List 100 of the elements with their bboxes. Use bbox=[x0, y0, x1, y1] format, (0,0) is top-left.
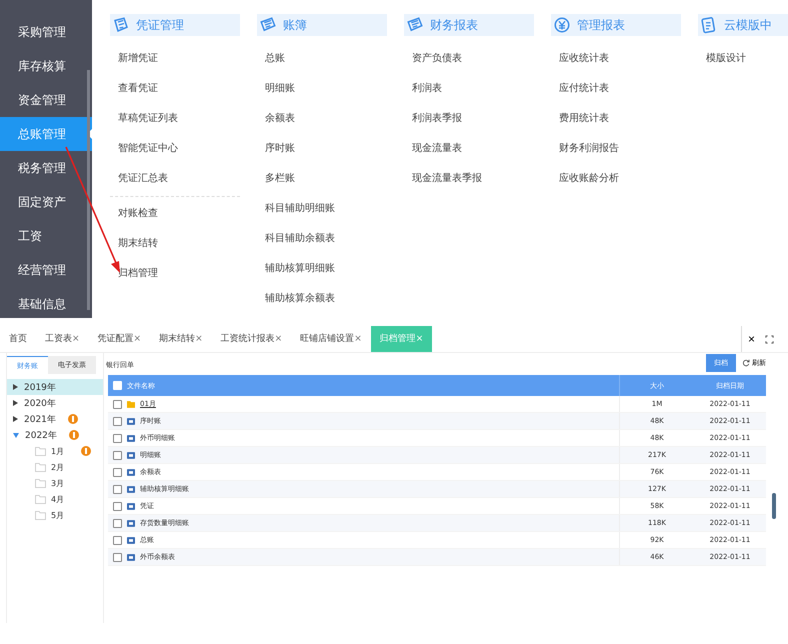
scrollbar[interactable] bbox=[87, 70, 90, 310]
tree-item[interactable]: 3月 bbox=[7, 475, 103, 491]
menu-item[interactable]: 辅助核算余额表 bbox=[257, 284, 402, 314]
menu-column-title: 凭证管理 bbox=[136, 16, 184, 34]
file-icon bbox=[127, 554, 135, 560]
menu-item[interactable]: 现金流量表 bbox=[404, 134, 549, 164]
menu-item[interactable]: 明细账 bbox=[257, 74, 402, 104]
menu-item[interactable]: 新增凭证 bbox=[110, 44, 255, 74]
tree-label: 2月 bbox=[51, 462, 64, 472]
clipboard-icon bbox=[700, 16, 718, 34]
notepad-icon bbox=[112, 16, 130, 34]
menu-item[interactable]: 期末结转 bbox=[110, 229, 255, 259]
tab[interactable]: 工资统计报表× bbox=[212, 326, 292, 352]
menu-item[interactable]: 模版设计 bbox=[698, 44, 788, 74]
scrollbar[interactable] bbox=[772, 493, 776, 519]
checkbox[interactable] bbox=[113, 536, 122, 544]
sidebar-item[interactable]: 税务管理 bbox=[0, 151, 92, 185]
caret-icon bbox=[13, 432, 19, 438]
folder-icon bbox=[35, 494, 46, 504]
checkbox[interactable] bbox=[113, 502, 122, 510]
file-icon bbox=[127, 520, 135, 526]
tree-item[interactable]: 2020年 bbox=[7, 395, 103, 411]
tab[interactable]: 旺铺店铺设置× bbox=[291, 326, 371, 352]
tree-label: 2019年 bbox=[24, 382, 56, 394]
tree-label: 2022年 bbox=[25, 430, 57, 442]
menu-item[interactable]: 余额表 bbox=[257, 104, 402, 134]
tree-label: 4月 bbox=[51, 494, 64, 504]
menu-item[interactable]: 利润表季报 bbox=[404, 104, 549, 134]
info-badge bbox=[81, 446, 92, 456]
tab[interactable]: 期末结转× bbox=[150, 326, 212, 352]
menu-item[interactable]: 辅助核算明细账 bbox=[257, 254, 402, 284]
file-icon bbox=[127, 536, 135, 544]
caret-icon bbox=[13, 400, 18, 406]
menu-column-title: 云模版中 bbox=[724, 16, 772, 34]
menu-column-title: 管理报表 bbox=[577, 16, 625, 34]
refresh-icon bbox=[742, 359, 750, 367]
folder-icon bbox=[35, 510, 46, 520]
checkbox[interactable] bbox=[113, 518, 122, 528]
sidebar-item[interactable]: 经营管理 bbox=[0, 253, 92, 287]
tree-item[interactable]: 2月 bbox=[7, 459, 103, 475]
checkbox[interactable] bbox=[113, 416, 122, 426]
tree-item[interactable]: 5月 bbox=[7, 507, 103, 523]
menu-item[interactable]: 序时账 bbox=[257, 134, 402, 164]
menu-item[interactable]: 应付统计表 bbox=[551, 74, 696, 104]
folder-icon bbox=[35, 462, 46, 472]
menu-item[interactable]: 科目辅助余额表 bbox=[257, 224, 402, 254]
menu-item[interactable]: 多栏账 bbox=[257, 164, 402, 194]
sidebar-item[interactable]: 基础信息 bbox=[0, 287, 92, 321]
tab[interactable]: 首页 bbox=[0, 326, 36, 352]
tab[interactable]: 凭证配置× bbox=[88, 326, 150, 352]
notepad-icon bbox=[259, 16, 277, 34]
tree-item[interactable]: 2022年 bbox=[7, 427, 103, 443]
tree-item[interactable]: 2021年 bbox=[7, 411, 103, 427]
sidebar-item[interactable]: 采购管理 bbox=[0, 15, 92, 49]
menu-item[interactable]: 对账检查 bbox=[110, 199, 255, 229]
menu-item[interactable]: 现金流量表季报 bbox=[404, 164, 549, 194]
tab[interactable]: 工资表× bbox=[36, 326, 89, 352]
info-badge bbox=[68, 414, 78, 424]
menu-item[interactable]: 财务利润报告 bbox=[551, 134, 696, 164]
menu-column-title: 财务报表 bbox=[430, 16, 478, 34]
caret-icon bbox=[13, 384, 18, 390]
menu-item[interactable]: 总账 bbox=[257, 44, 402, 74]
tree-item[interactable]: 1月 bbox=[7, 443, 103, 459]
menu-item[interactable]: 应收统计表 bbox=[551, 44, 696, 74]
tree-label: 1月 bbox=[51, 446, 64, 456]
file-icon bbox=[127, 434, 135, 442]
menu-item[interactable]: 利润表 bbox=[404, 74, 549, 104]
notepad-icon bbox=[406, 16, 424, 34]
menu-item[interactable]: 资产负债表 bbox=[404, 44, 549, 74]
menu-item[interactable]: 查看凭证 bbox=[110, 74, 255, 104]
tree-label: 3月 bbox=[51, 478, 64, 488]
folder-icon bbox=[35, 446, 46, 456]
menu-item[interactable]: 草稿凭证列表 bbox=[110, 104, 255, 134]
file-icon bbox=[127, 418, 135, 424]
tree-label: 5月 bbox=[51, 510, 64, 520]
tree-item[interactable]: 2019年 bbox=[7, 379, 103, 395]
checkbox[interactable] bbox=[113, 400, 122, 408]
sidebar-item[interactable]: 库存核算 bbox=[0, 49, 92, 83]
sidebar-item[interactable]: 工资 bbox=[0, 219, 92, 253]
checkbox[interactable] bbox=[113, 450, 122, 460]
checkbox[interactable] bbox=[113, 552, 122, 562]
caret-icon bbox=[13, 416, 18, 422]
folder-icon bbox=[35, 478, 46, 488]
checkbox[interactable] bbox=[113, 468, 122, 476]
yen-icon bbox=[553, 16, 571, 34]
tree-item[interactable]: 4月 bbox=[7, 491, 103, 507]
menu-item[interactable]: 凭证汇总表 bbox=[110, 164, 255, 194]
checkbox[interactable] bbox=[113, 484, 122, 494]
file-icon bbox=[127, 468, 135, 476]
menu-item[interactable]: 科目辅助明细账 bbox=[257, 194, 402, 224]
fullscreen-icon[interactable] bbox=[765, 334, 774, 344]
menu-item[interactable]: 应收账龄分析 bbox=[551, 164, 696, 194]
tree-label: 2021年 bbox=[24, 414, 56, 426]
info-badge bbox=[68, 430, 79, 440]
checkbox[interactable] bbox=[113, 434, 122, 442]
menu-item[interactable]: 智能凭证中心 bbox=[110, 134, 255, 164]
file-icon bbox=[127, 486, 135, 492]
sidebar-item[interactable]: 资金管理 bbox=[0, 83, 92, 117]
sidebar-item[interactable]: 固定资产 bbox=[0, 185, 92, 219]
menu-item[interactable]: 费用统计表 bbox=[551, 104, 696, 134]
